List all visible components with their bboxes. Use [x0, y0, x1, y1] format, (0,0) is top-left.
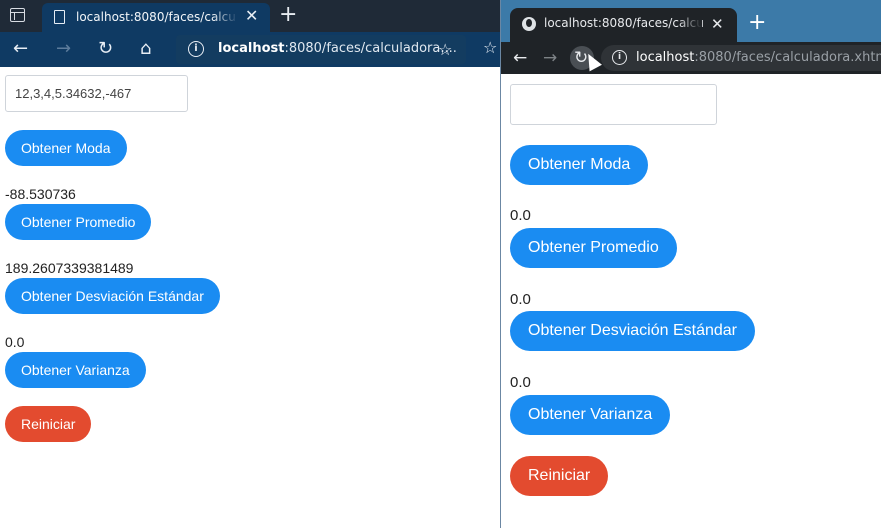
left-browser-window: localhost:8080/faces/calculadora.xhtml ✕… [0, 0, 500, 528]
left-active-tab[interactable]: localhost:8080/faces/calculadora.xhtml ✕ [42, 3, 270, 32]
promedio-result: 189.2607339381489 [5, 260, 134, 276]
plus-icon[interactable]: + [279, 3, 297, 27]
right-browser-window: localhost:8080/faces/calculadora.xhtml ✕… [501, 0, 881, 528]
arrow-right-icon[interactable]: → [56, 38, 71, 60]
arrow-left-icon[interactable]: ← [513, 47, 527, 69]
obtener-varianza-button[interactable]: Obtener Varianza [5, 352, 146, 388]
right-url[interactable]: localhost:8080/faces/calculadora.xhtml [636, 50, 881, 65]
right-toolbar: ← → ↻ i localhost:8080/faces/calculadora… [501, 42, 881, 74]
obtener-promedio-button[interactable]: Obtener Promedio [510, 228, 677, 268]
desviacion-result: 0.0 [510, 374, 531, 391]
home-icon[interactable]: ⌂ [140, 38, 151, 60]
obtener-promedio-button[interactable]: Obtener Promedio [5, 204, 152, 240]
left-page-content: Obtener Moda -88.530736 Obtener Promedio… [0, 67, 500, 528]
right-tab-strip: localhost:8080/faces/calculadora.xhtml ✕… [501, 0, 881, 42]
reload-icon[interactable]: ↻ [98, 38, 113, 60]
numbers-input[interactable] [5, 75, 188, 112]
reiniciar-button[interactable]: Reiniciar [510, 456, 609, 496]
obtener-moda-button[interactable]: Obtener Moda [510, 145, 649, 185]
arrow-left-icon[interactable]: ← [13, 38, 28, 60]
promedio-result: 0.0 [510, 291, 531, 308]
star-plus-icon[interactable]: ☆ [438, 40, 452, 59]
right-active-tab[interactable]: localhost:8080/faces/calculadora.xhtml ✕ [510, 8, 737, 42]
screen: localhost:8080/faces/calculadora.xhtml ✕… [0, 0, 881, 528]
left-address-bar[interactable]: i localhost:8080/faces/calculadora.... ☆ [176, 35, 466, 64]
obtener-varianza-button[interactable]: Obtener Varianza [510, 395, 671, 435]
obtener-desviacion-button[interactable]: Obtener Desviación Estándar [510, 311, 755, 351]
arrow-right-icon[interactable]: → [543, 47, 557, 69]
desviacion-result: 0.0 [5, 334, 25, 350]
right-page-content: Obtener Moda 0.0 Obtener Promedio 0.0 Ob… [501, 74, 881, 528]
right-address-bar[interactable]: i localhost:8080/faces/calculadora.xhtml [601, 45, 881, 71]
left-toolbar: ← → ↻ ⌂ i localhost:8080/faces/calculado… [0, 32, 500, 67]
left-url[interactable]: localhost:8080/faces/calculadora.... [218, 41, 457, 56]
moda-result: 0.0 [510, 207, 531, 224]
close-icon[interactable]: ✕ [711, 14, 724, 34]
window-menu-icon[interactable] [10, 8, 25, 22]
left-tab-strip: localhost:8080/faces/calculadora.xhtml ✕… [0, 0, 500, 32]
obtener-desviacion-button[interactable]: Obtener Desviación Estándar [5, 278, 220, 314]
page-icon [54, 10, 65, 24]
favorites-bar-icon[interactable]: ☆ [483, 38, 497, 57]
reiniciar-button[interactable]: Reiniciar [5, 406, 92, 442]
plus-icon[interactable]: + [748, 11, 766, 35]
moda-result: -88.530736 [5, 186, 76, 202]
numbers-input[interactable] [510, 84, 717, 125]
obtener-moda-button[interactable]: Obtener Moda [5, 130, 127, 166]
globe-icon [522, 17, 536, 31]
info-icon[interactable]: i [612, 50, 627, 65]
close-icon[interactable]: ✕ [245, 6, 258, 26]
info-icon[interactable]: i [188, 41, 204, 57]
